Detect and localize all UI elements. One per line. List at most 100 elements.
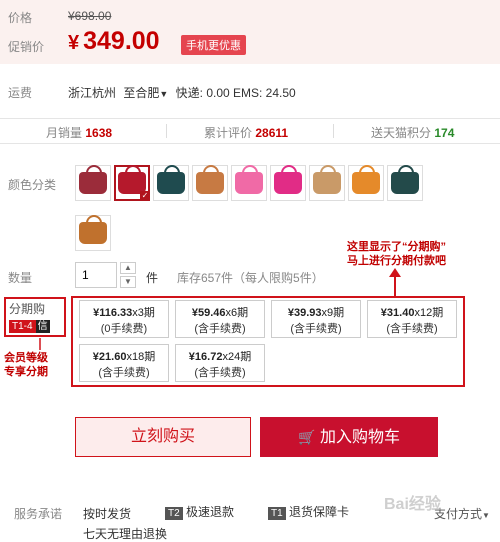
original-price: ¥698.00 — [68, 9, 112, 23]
installment-period: x3期 — [132, 307, 155, 319]
installment-period: x9期 — [321, 307, 345, 319]
annotation-connector — [39, 338, 41, 350]
quantity-input[interactable] — [75, 262, 117, 288]
service-item: T2 极速退款 — [165, 503, 234, 520]
color-label: 颜色分类 — [8, 178, 57, 192]
annotation-line: 马上进行分期付款吧 — [347, 255, 446, 267]
quantity-decrease-button[interactable]: ▼ — [120, 276, 136, 288]
installment-option[interactable]: ¥16.72x24期 (含手续费) — [175, 344, 265, 382]
annotation-note: 这里显示了“分期购” 马上进行分期付款吧 — [347, 240, 446, 268]
color-swatch-wine-bag[interactable] — [75, 165, 111, 201]
installment-option[interactable]: ¥116.33x3期 (0手续费) — [79, 300, 169, 338]
monthly-sales: 月销量 1638 — [46, 124, 112, 141]
installment-options: ¥116.33x3期 (0手续费) ¥59.46x6期 (含手续费) ¥39.93x9期… — [71, 296, 465, 387]
annotation-line: 这里显示了“分期购” — [347, 241, 446, 253]
handbag-icon — [79, 165, 107, 194]
member-tier-tag: T1-4 信 — [9, 317, 50, 333]
reviews-label: 累计评价 — [204, 126, 253, 140]
service-item-label: 极速退款 — [186, 505, 235, 519]
payment-label: 支付方式 — [434, 507, 483, 521]
check-icon: ✓ — [140, 191, 150, 201]
shipping-from: 浙江杭州 — [68, 86, 117, 100]
annotation-line: 会员等级 — [4, 352, 48, 364]
watermark: Bai经验 — [384, 496, 441, 513]
color-swatch-tan-bag[interactable] — [192, 165, 228, 201]
reviews-value: 28611 — [255, 126, 289, 140]
installment-price: ¥39.93x9期 — [272, 305, 360, 321]
handbag-icon — [313, 165, 341, 194]
installment-fee: (0手续费) — [100, 323, 148, 335]
handbag-icon — [352, 165, 380, 194]
color-swatch-rose-bag[interactable] — [270, 165, 306, 201]
color-swatch-brown-bag[interactable] — [75, 215, 111, 251]
monthly-sales-label: 月销量 — [46, 126, 83, 140]
chevron-down-icon: ▼ — [482, 511, 490, 520]
installment-option[interactable]: ¥21.60x18期 (含手续费) — [79, 344, 169, 382]
installment-period: x12期 — [414, 307, 444, 319]
shipping-label: 运费 — [8, 86, 33, 100]
credit-tag: 信 — [35, 320, 50, 333]
divider — [166, 124, 167, 138]
installment-amount: ¥31.40 — [380, 307, 415, 319]
shipping-to[interactable]: 合肥 — [135, 86, 159, 100]
handbag-icon — [79, 215, 107, 244]
member-annotation: 会员等级 专享分期 — [4, 351, 48, 379]
color-swatch-camel-bag[interactable] — [309, 165, 345, 201]
color-swatch-dark-teal-bag[interactable] — [387, 165, 423, 201]
service-item-label: 退货保障卡 — [289, 505, 350, 519]
installment-period: x24期 — [222, 351, 252, 363]
installment-amount: ¥16.72 — [188, 351, 223, 363]
buy-now-button[interactable]: 立刻购买 — [75, 417, 251, 457]
service-tag: T2 — [165, 507, 183, 520]
color-swatch-red-bag[interactable]: ✓ — [114, 165, 150, 201]
current-price: ¥349.00 — [68, 27, 160, 56]
installment-price: ¥31.40x12期 — [368, 305, 456, 321]
service-item: 按时发货 — [83, 507, 132, 521]
installment-fee: (含手续费) — [386, 323, 438, 335]
promo-price-label: 促销价 — [8, 40, 45, 54]
color-swatch-orange-bag[interactable] — [348, 165, 384, 201]
color-swatch-pink-bag[interactable] — [231, 165, 267, 201]
monthly-sales-value: 1638 — [85, 126, 113, 140]
handbag-icon — [157, 165, 185, 194]
service-label: 服务承诺 — [14, 507, 63, 521]
installment-option[interactable]: ¥59.46x6期 (含手续费) — [175, 300, 265, 338]
installment-price: ¥116.33x3期 — [80, 305, 168, 321]
installment-period: x18期 — [126, 351, 156, 363]
chevron-down-icon[interactable]: ▼ — [159, 89, 168, 99]
points-label: 送天猫积分 — [371, 126, 432, 140]
annotation-line: 专享分期 — [4, 366, 48, 378]
handbag-icon — [235, 165, 263, 194]
cart-icon: 🛒 — [298, 429, 316, 445]
color-swatch-teal-bag[interactable] — [153, 165, 189, 201]
handbag-icon — [274, 165, 302, 194]
service-item: 七天无理由退换 — [83, 527, 168, 541]
installment-label: 分期购 — [9, 302, 46, 316]
currency-symbol: ¥ — [68, 32, 80, 54]
mobile-discount-badge[interactable]: 手机更优惠 — [181, 35, 246, 55]
installment-price: ¥16.72x24期 — [176, 349, 264, 365]
points-value: 174 — [434, 126, 455, 140]
payment-methods-link[interactable]: 支付方式▼ — [434, 505, 490, 522]
shipping-row: 浙江杭州 至合肥▼ 快递: 0.00 EMS: 24.50 — [68, 84, 296, 101]
installment-option[interactable]: ¥39.93x9期 (含手续费) — [271, 300, 361, 338]
add-to-cart-button[interactable]: 🛒 加入购物车 — [260, 417, 438, 457]
shipping-to-prefix: 至 — [123, 86, 136, 100]
installment-period: x6期 — [225, 307, 249, 319]
quantity-unit: 件 — [146, 271, 159, 285]
service-tag: T1 — [268, 507, 286, 520]
installment-amount: ¥59.46 — [191, 307, 226, 319]
tier-tag: T1-4 — [9, 320, 36, 333]
quantity-increase-button[interactable]: ▲ — [120, 262, 136, 274]
total-reviews[interactable]: 累计评价 28611 — [204, 124, 288, 141]
current-price-value: 349.00 — [83, 27, 160, 55]
shipping-detail: 快递: 0.00 EMS: 24.50 — [175, 86, 296, 100]
installment-fee: (含手续费) — [194, 367, 246, 379]
divider — [333, 124, 334, 138]
installment-price: ¥21.60x18期 — [80, 349, 168, 365]
installment-option[interactable]: ¥31.40x12期 (含手续费) — [367, 300, 457, 338]
installment-price: ¥59.46x6期 — [176, 305, 264, 321]
add-to-cart-label: 加入购物车 — [319, 429, 400, 446]
installment-amount: ¥21.60 — [92, 351, 127, 363]
price-label: 价格 — [8, 11, 33, 25]
